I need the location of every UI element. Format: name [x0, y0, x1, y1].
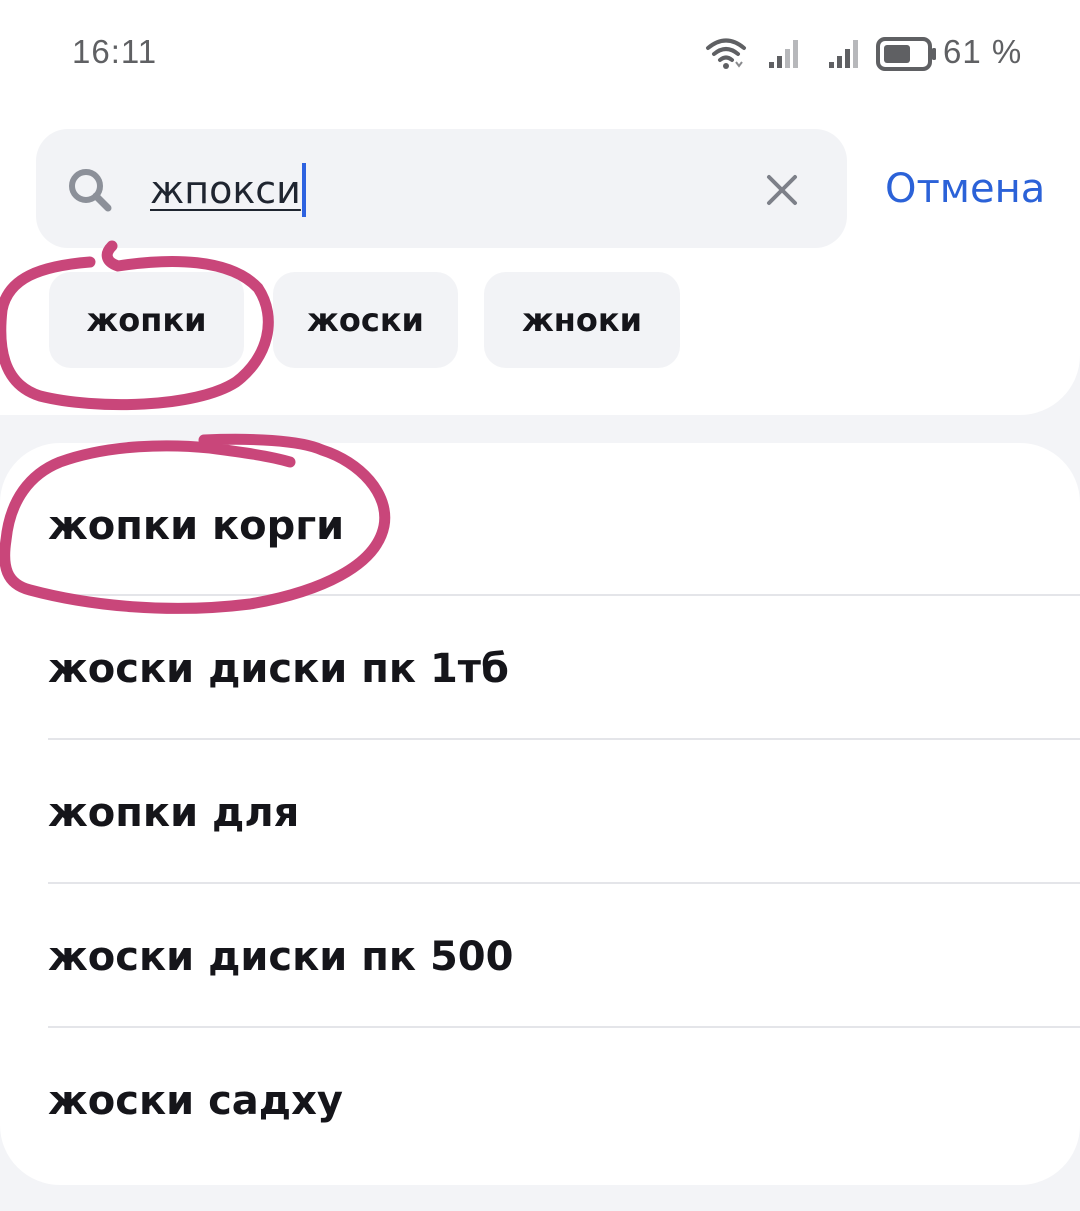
close-icon[interactable]: [763, 171, 801, 209]
battery-icon: [876, 37, 936, 71]
suggestion-chip[interactable]: жопки: [49, 272, 244, 368]
search-input[interactable]: жпокси: [150, 160, 306, 220]
divider: [48, 882, 1080, 884]
suggestion-chip[interactable]: жноки: [484, 272, 680, 368]
battery-percentage: 61 %: [943, 33, 1023, 70]
list-item[interactable]: жоски садху: [48, 1029, 1080, 1173]
list-item-label: жоски садху: [48, 1078, 343, 1124]
list-item-label: жопки для: [48, 790, 300, 836]
divider: [48, 738, 1080, 740]
divider: [48, 594, 1080, 596]
search-icon: [69, 169, 112, 212]
list-item-label: жоски диски пк 500: [48, 934, 514, 980]
text-caret: [301, 162, 306, 217]
divider: [48, 1026, 1080, 1028]
suggestion-chip[interactable]: жоски: [273, 272, 458, 368]
list-item[interactable]: жоски диски пк 500: [48, 885, 1080, 1029]
list-item[interactable]: жопки корги: [48, 454, 1080, 598]
search-query-text: жпокси: [150, 168, 301, 212]
status-time: 16:11: [72, 33, 158, 70]
status-bar: 16:11 61 %: [0, 0, 1080, 100]
list-item[interactable]: жоски диски пк 1тб: [48, 597, 1080, 741]
list-item-label: жопки корги: [48, 503, 345, 549]
cellular-signal-icon: [829, 40, 858, 68]
cancel-button[interactable]: Отмена: [885, 157, 1045, 221]
cellular-signal-icon: [769, 40, 798, 68]
wifi-icon: [706, 38, 746, 69]
list-item[interactable]: жопки для: [48, 741, 1080, 885]
list-item-label: жоски диски пк 1тб: [48, 646, 509, 692]
